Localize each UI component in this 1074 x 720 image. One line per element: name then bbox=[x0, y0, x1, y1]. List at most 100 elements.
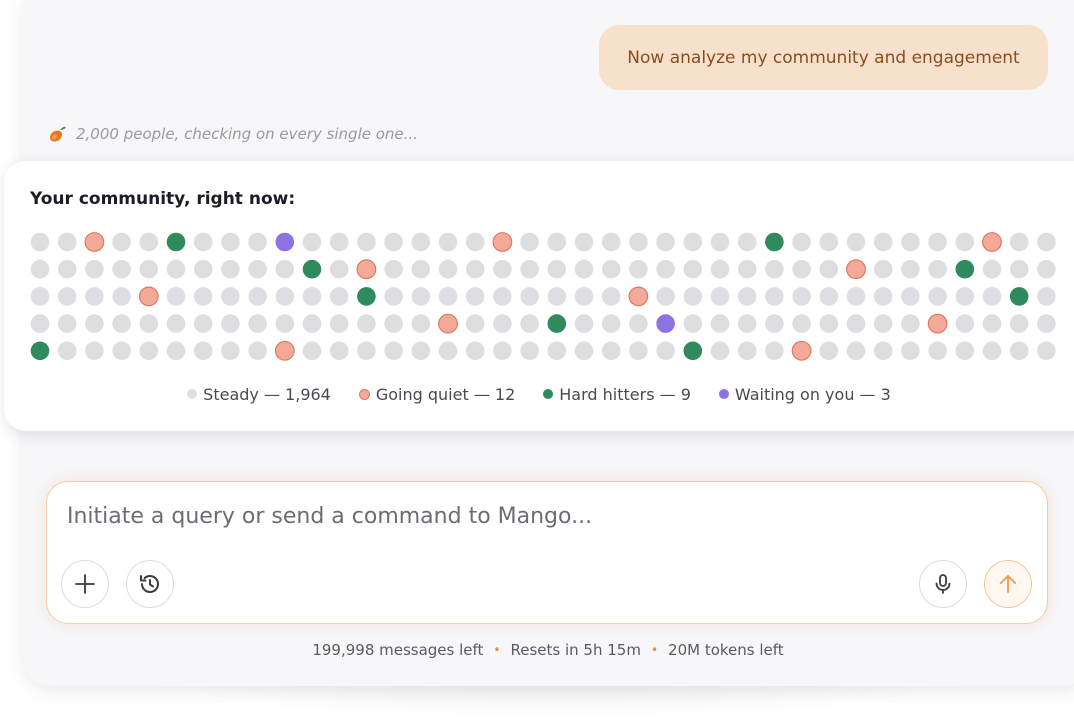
steady-dot bbox=[384, 287, 403, 306]
legend-item-waiting-on-you: Waiting on you — 3 bbox=[718, 385, 891, 404]
steady-dot bbox=[547, 341, 567, 361]
steady-dot bbox=[329, 314, 349, 333]
command-input[interactable] bbox=[65, 498, 1009, 534]
history-button[interactable] bbox=[126, 560, 174, 608]
steady-dot bbox=[792, 314, 811, 333]
messages-left: 199,998 messages left bbox=[312, 641, 484, 659]
going-quiet-dot bbox=[628, 286, 649, 307]
steady-dot bbox=[465, 341, 485, 361]
steady-dot bbox=[166, 314, 186, 333]
steady-dot bbox=[384, 232, 403, 252]
going-quiet-dot bbox=[84, 232, 105, 252]
steady-dot bbox=[112, 287, 131, 306]
steady-dot bbox=[112, 232, 131, 252]
steady-dot bbox=[411, 259, 431, 279]
steady-dot bbox=[193, 341, 213, 361]
steady-dot bbox=[248, 287, 267, 306]
steady-dot bbox=[30, 259, 50, 279]
steady-dot bbox=[493, 259, 512, 279]
steady-dot bbox=[629, 341, 648, 361]
steady-dot bbox=[683, 259, 703, 279]
steady-dot bbox=[901, 314, 920, 333]
arrow-up-icon bbox=[1000, 575, 1016, 593]
steady-dot bbox=[139, 314, 159, 333]
steady-dot bbox=[438, 259, 458, 279]
mango-icon bbox=[46, 123, 68, 145]
steady-dot bbox=[955, 232, 975, 252]
steady-dot bbox=[901, 232, 920, 252]
steady-dot bbox=[166, 287, 186, 306]
microphone-icon bbox=[935, 574, 951, 594]
steady-dot bbox=[601, 259, 621, 279]
steady-dot bbox=[710, 287, 730, 306]
steady-dot bbox=[57, 232, 77, 252]
steady-dot bbox=[329, 232, 349, 252]
steady-dot bbox=[1037, 259, 1056, 279]
steady-dot bbox=[465, 287, 485, 306]
steady-dot bbox=[710, 259, 730, 279]
steady-dot bbox=[275, 287, 295, 306]
steady-dot bbox=[574, 259, 594, 279]
steady-dot bbox=[248, 314, 267, 333]
steady-dot bbox=[30, 232, 50, 252]
steady-dot bbox=[547, 259, 567, 279]
community-card: Your community, right now: Steady — 1,96… bbox=[4, 161, 1074, 431]
status-text: 2,000 people, checking on every single o… bbox=[76, 125, 418, 143]
steady-dot bbox=[765, 287, 784, 306]
steady-dot bbox=[302, 232, 322, 252]
going-quiet-dot bbox=[274, 340, 295, 361]
steady-dot bbox=[57, 314, 77, 333]
steady-dot bbox=[193, 232, 213, 252]
community-dot-grid bbox=[30, 232, 1056, 361]
steady-dot bbox=[629, 314, 648, 333]
steady-dot bbox=[846, 232, 866, 252]
steady-dot bbox=[792, 232, 811, 252]
steady-dot bbox=[873, 287, 893, 306]
steady-dot bbox=[411, 287, 431, 306]
steady-dot bbox=[112, 314, 131, 333]
steady-dot bbox=[982, 259, 1002, 279]
steady-dot bbox=[982, 341, 1002, 361]
steady-dot bbox=[139, 341, 159, 361]
steady-dot bbox=[710, 314, 730, 333]
steady-dot bbox=[683, 314, 703, 333]
steady-dot bbox=[221, 287, 240, 306]
steady-dot bbox=[846, 287, 866, 306]
steady-dot bbox=[57, 259, 77, 279]
steady-dot bbox=[30, 314, 50, 333]
microphone-button[interactable] bbox=[919, 560, 967, 608]
steady-dot bbox=[765, 314, 784, 333]
going-quiet-dot bbox=[791, 340, 812, 361]
steady-dot bbox=[765, 259, 784, 279]
steady-dot bbox=[765, 341, 784, 361]
steady-dot bbox=[737, 341, 757, 361]
steady-dot bbox=[710, 232, 730, 252]
going-quiet-dot bbox=[356, 259, 377, 280]
steady-dot bbox=[411, 232, 431, 252]
steady-dot bbox=[629, 259, 648, 279]
steady-dot bbox=[819, 341, 839, 361]
steady-dot bbox=[1009, 341, 1029, 361]
separator-dot: • bbox=[650, 643, 659, 657]
steady-dot bbox=[1037, 232, 1056, 252]
user-message-text: Now analyze my community and engagement bbox=[627, 47, 1020, 68]
steady-dot bbox=[928, 259, 947, 279]
steady-dot bbox=[438, 341, 458, 361]
going-quiet-dot bbox=[138, 286, 159, 307]
legend-item-steady: Steady — 1,964 bbox=[187, 385, 331, 404]
steady-dot bbox=[329, 287, 349, 306]
steady-dot bbox=[656, 259, 675, 279]
steady-dot bbox=[547, 232, 567, 252]
steady-dot bbox=[873, 341, 893, 361]
steady-dot bbox=[384, 259, 403, 279]
steady-dot bbox=[357, 314, 376, 333]
steady-dot bbox=[574, 232, 594, 252]
send-button[interactable] bbox=[984, 560, 1032, 608]
add-button[interactable] bbox=[61, 560, 109, 608]
hard-hitter-dot bbox=[1009, 287, 1029, 306]
steady-dot bbox=[1037, 314, 1056, 333]
steady-dot bbox=[656, 232, 675, 252]
steady-dot bbox=[329, 259, 349, 279]
steady-dot bbox=[574, 287, 594, 306]
steady-dot bbox=[629, 232, 648, 252]
